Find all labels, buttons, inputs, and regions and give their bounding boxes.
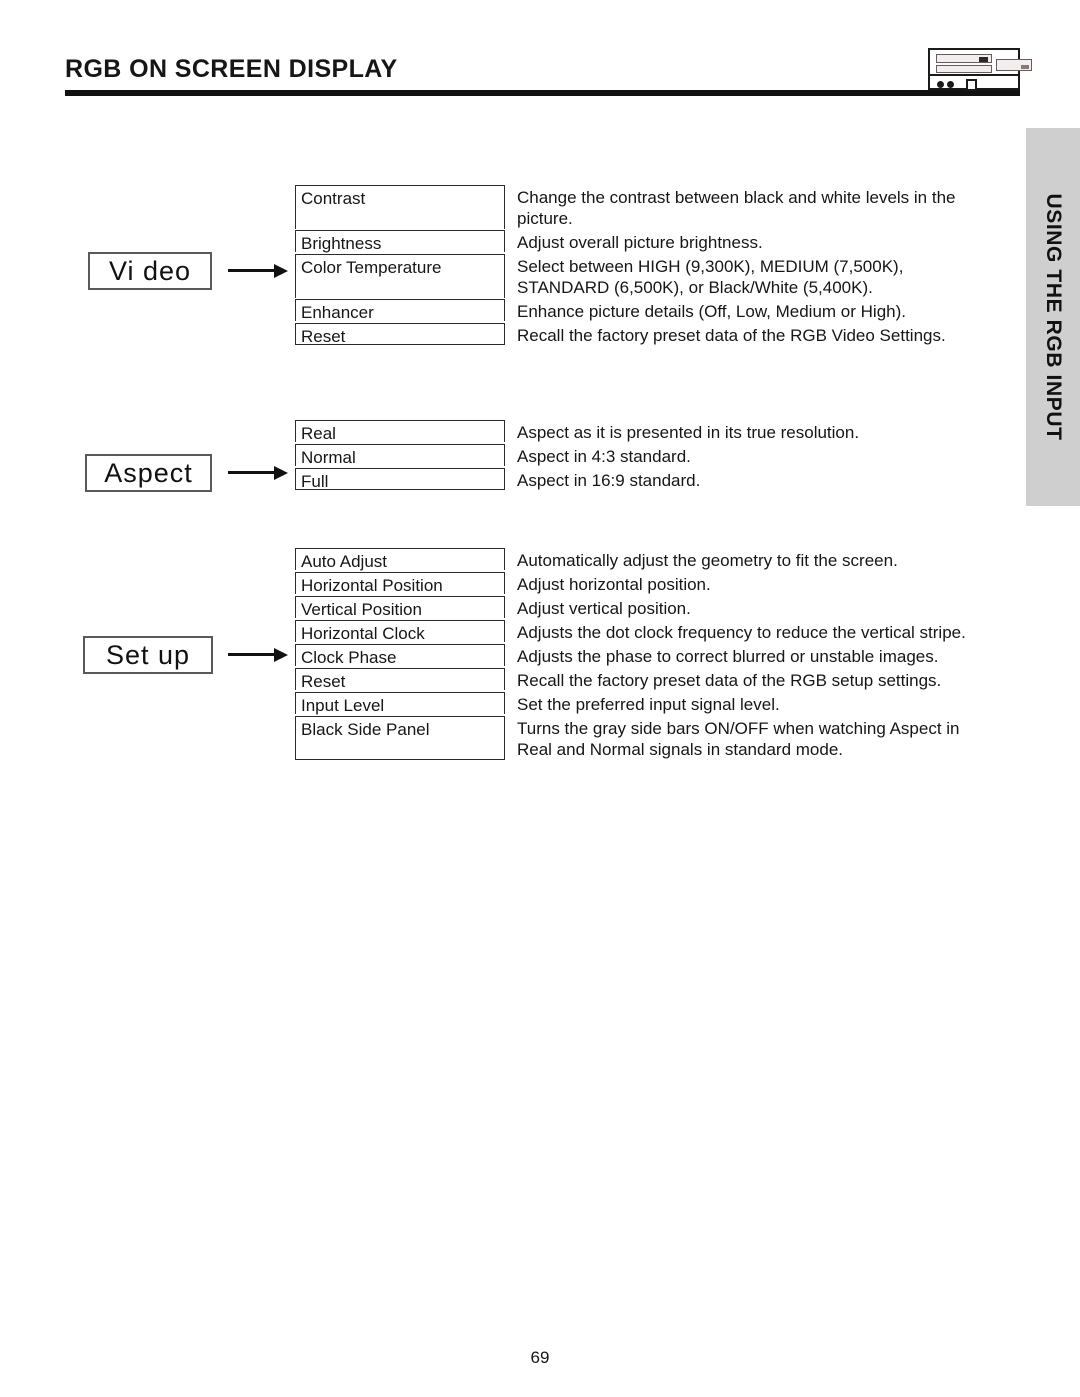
page-header: RGB ON SCREEN DISPLAY: [65, 55, 1020, 101]
table-row: Horizontal Clock Adjusts the dot clock fr…: [295, 620, 966, 644]
table-row: Auto Adjust Automatically adjust the geom…: [295, 548, 966, 572]
device-slot-upper: [936, 54, 992, 63]
page-title: RGB ON SCREEN DISPLAY: [65, 55, 398, 83]
device-slot-upper-chip: [979, 57, 988, 62]
setting-description-cell: Automatically adjust the geometry to fit…: [505, 548, 898, 572]
device-slot-right-chip: [1021, 65, 1029, 69]
table-row: Real Aspect as it is presented in its tru…: [295, 420, 859, 444]
settings-table-video: Contrast Change the contrast between blac…: [295, 185, 956, 347]
table-row: Input Level Set the preferred input signa…: [295, 692, 966, 716]
category-box-video[interactable]: Vi deo: [88, 252, 212, 290]
device-slot-lower: [936, 65, 992, 73]
description-line: Set the preferred input signal level.: [517, 695, 780, 714]
setting-name-cell[interactable]: Enhancer: [295, 299, 505, 322]
table-row: Contrast Change the contrast between blac…: [295, 185, 956, 230]
description-line: Recall the factory preset data of the RG…: [517, 326, 946, 345]
setting-description-cell: Aspect as it is presented in its true re…: [505, 420, 859, 444]
setting-name-cell[interactable]: Horizontal Clock: [295, 620, 505, 643]
setting-name-cell[interactable]: Full: [295, 468, 505, 491]
description-line: Recall the factory preset data of the RG…: [517, 671, 942, 690]
description-line: picture.: [517, 209, 573, 228]
device-dot-left: [937, 81, 944, 88]
header-divider: [65, 90, 1020, 96]
av-receiver-icon: [928, 48, 1032, 91]
description-line: STANDARD (6,500K), or Black/White (5,400…: [517, 278, 873, 297]
description-line: Adjust overall picture brightness.: [517, 233, 763, 252]
table-row: Full Aspect in 16:9 standard.: [295, 468, 859, 492]
setting-description-cell: Turns the gray side bars ON/OFF when wat…: [505, 716, 960, 761]
setting-description-cell: Enhance picture details (Off, Low, Mediu…: [505, 299, 906, 323]
setting-name-cell[interactable]: Contrast: [295, 185, 505, 229]
table-row: Brightness Adjust overall picture brightn…: [295, 230, 956, 254]
setting-name-cell[interactable]: Real: [295, 420, 505, 443]
arrow-shaft: [228, 269, 276, 272]
description-line: Aspect in 16:9 standard.: [517, 471, 701, 490]
setting-description-cell: Recall the factory preset data of the RG…: [505, 323, 946, 347]
setting-name-cell[interactable]: Clock Phase: [295, 644, 505, 667]
description-line: Change the contrast between black and wh…: [517, 188, 956, 207]
setting-description-cell: Set the preferred input signal level.: [505, 692, 780, 716]
description-line: Aspect as it is presented in its true re…: [517, 423, 860, 442]
setting-description-cell: Select between HIGH (9,300K), MEDIUM (7,…: [505, 254, 903, 299]
setting-name-cell[interactable]: Brightness: [295, 230, 505, 253]
table-row: Reset Recall the factory preset data of t…: [295, 668, 966, 692]
table-row: Normal Aspect in 4:3 standard.: [295, 444, 859, 468]
arrow-head: [274, 466, 288, 480]
arrow-shaft: [228, 653, 276, 656]
device-slot-right: [996, 59, 1032, 71]
description-line: Automatically adjust the geometry to fit…: [517, 551, 898, 570]
settings-table-setup: Auto Adjust Automatically adjust the geom…: [295, 548, 966, 761]
setting-name-cell[interactable]: Black Side Panel: [295, 716, 505, 760]
description-line: Adjust vertical position.: [517, 599, 691, 618]
setting-name-cell[interactable]: Reset: [295, 323, 505, 346]
side-tab-using-the-rgb-input: USING THE RGB INPUT: [1026, 128, 1080, 506]
table-row: Black Side Panel Turns the gray side bars…: [295, 716, 966, 761]
device-button-square: [966, 79, 977, 91]
page-number: 69: [530, 1348, 550, 1367]
description-line: Real and Normal signals in standard mode…: [517, 740, 844, 759]
device-dot-right: [947, 81, 954, 88]
description-line: Adjusts the phase to correct blurred or …: [517, 647, 939, 666]
arrow-head: [274, 264, 288, 278]
setting-name-cell[interactable]: Color Temperature: [295, 254, 505, 298]
arrow-head: [274, 648, 288, 662]
table-row: Reset Recall the factory preset data of t…: [295, 323, 956, 347]
arrow-right-icon-aspect: [228, 466, 290, 480]
table-row: Clock Phase Adjusts the phase to correct …: [295, 644, 966, 668]
setting-name-cell[interactable]: Auto Adjust: [295, 548, 505, 571]
setting-description-cell: Adjust overall picture brightness.: [505, 230, 763, 254]
setting-description-cell: Aspect in 4:3 standard.: [505, 444, 691, 468]
setting-name-cell[interactable]: Reset: [295, 668, 505, 691]
setting-name-cell[interactable]: Input Level: [295, 692, 505, 715]
description-line: Enhance picture details (Off, Low, Mediu…: [517, 302, 906, 321]
description-line: Adjust horizontal position.: [517, 575, 711, 594]
table-row: Horizontal Position Adjust horizontal pos…: [295, 572, 966, 596]
table-row: Color Temperature Select between HIGH (9,…: [295, 254, 956, 299]
arrow-shaft: [228, 471, 276, 474]
setting-name-cell[interactable]: Normal: [295, 444, 505, 467]
category-box-setup[interactable]: Set up: [83, 636, 213, 674]
setting-name-cell[interactable]: Horizontal Position: [295, 572, 505, 595]
description-line: Select between HIGH (9,300K), MEDIUM (7,…: [517, 257, 904, 276]
category-box-aspect[interactable]: Aspect: [85, 454, 212, 492]
table-row: Enhancer Enhance picture details (Off, Lo…: [295, 299, 956, 323]
arrow-right-icon-setup: [228, 648, 290, 662]
description-line: Adjusts the dot clock frequency to reduc…: [517, 623, 966, 642]
setting-description-cell: Adjust vertical position.: [505, 596, 691, 620]
device-top-panel: [930, 50, 1032, 76]
setting-description-cell: Change the contrast between black and wh…: [505, 185, 956, 230]
arrow-right-icon-video: [228, 264, 290, 278]
setting-name-cell[interactable]: Vertical Position: [295, 596, 505, 619]
setting-description-cell: Adjust horizontal position.: [505, 572, 711, 596]
description-line: Aspect in 4:3 standard.: [517, 447, 691, 466]
side-tab-label: USING THE RGB INPUT: [1042, 193, 1065, 441]
settings-table-aspect: Real Aspect as it is presented in its tru…: [295, 420, 859, 492]
setting-description-cell: Adjusts the dot clock frequency to reduc…: [505, 620, 966, 644]
setting-description-cell: Recall the factory preset data of the RG…: [505, 668, 941, 692]
table-row: Vertical Position Adjust vertical positio…: [295, 596, 966, 620]
description-line: Turns the gray side bars ON/OFF when wat…: [517, 719, 960, 738]
setting-description-cell: Adjusts the phase to correct blurred or …: [505, 644, 938, 668]
setting-description-cell: Aspect in 16:9 standard.: [505, 468, 700, 492]
